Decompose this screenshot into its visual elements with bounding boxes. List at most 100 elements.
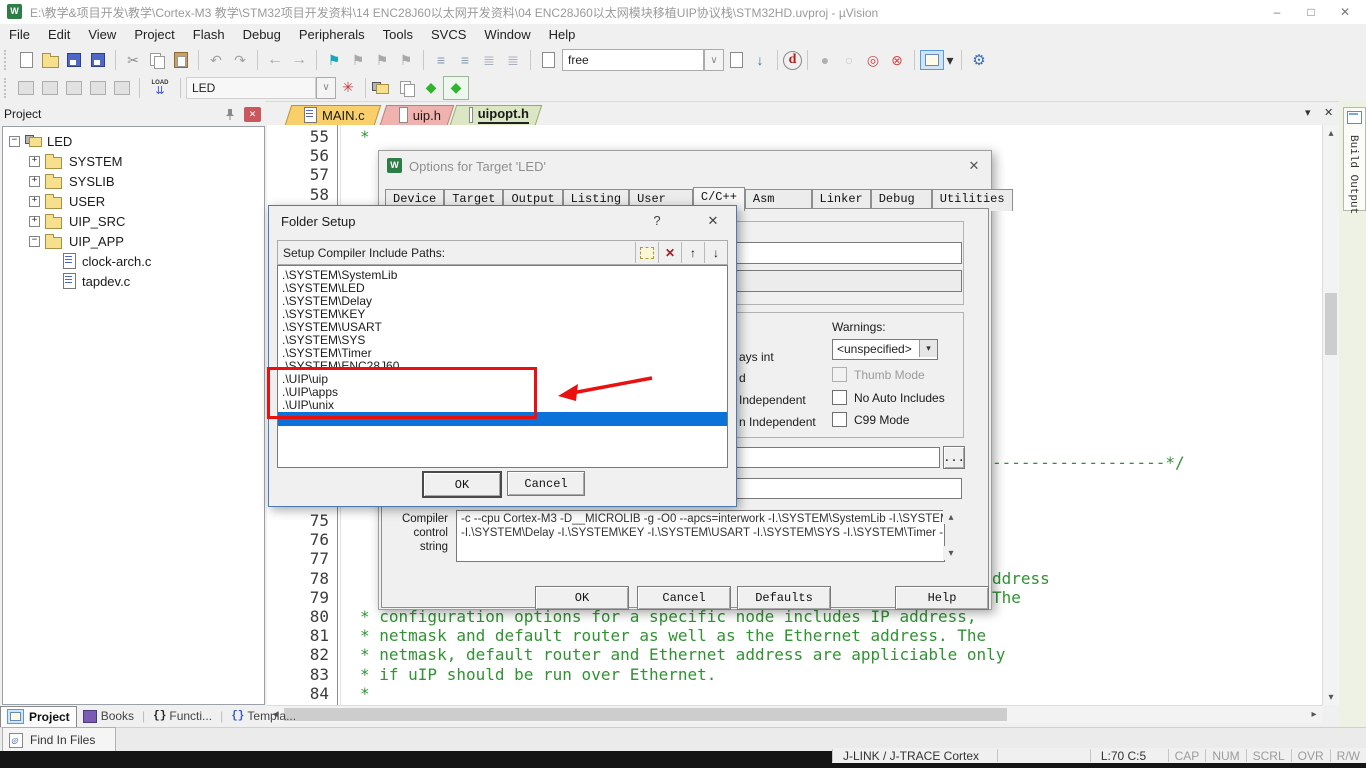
tab-uip-h[interactable]: uip.h xyxy=(383,105,451,125)
menu-tools[interactable]: Tools xyxy=(374,24,422,46)
manage-components-icon[interactable] xyxy=(371,77,395,99)
stop-build-icon[interactable] xyxy=(110,77,134,99)
folder-cancel-button[interactable]: Cancel xyxy=(507,471,585,496)
tree-item-uip-app[interactable]: − UIP_APP xyxy=(29,231,124,251)
project-targets-icon[interactable]: ◆ xyxy=(443,76,469,100)
vscroll-thumb[interactable] xyxy=(1325,293,1337,355)
collapse-box-icon[interactable]: − xyxy=(9,136,20,147)
file-extensions-icon[interactable]: ◆ xyxy=(419,77,443,99)
tree-item-system[interactable]: + SYSTEM xyxy=(29,151,122,171)
target-select-combo[interactable]: LED xyxy=(186,77,316,99)
delete-path-icon[interactable]: ✕ xyxy=(658,242,681,263)
tree-item-uip-src[interactable]: + UIP_SRC xyxy=(29,211,125,231)
menu-window[interactable]: Window xyxy=(475,24,539,46)
copy-icon[interactable] xyxy=(145,49,169,71)
menu-svcs[interactable]: SVCS xyxy=(422,24,475,46)
edit-find-icon[interactable] xyxy=(536,49,560,71)
navigate-forward-icon[interactable]: → xyxy=(287,49,311,71)
bookmark-toggle-icon[interactable]: ⚑ xyxy=(322,49,346,71)
new-path-icon[interactable] xyxy=(635,242,658,263)
breakpoint-toggle-icon[interactable]: ● xyxy=(813,49,837,71)
bookmark-prev-icon[interactable]: ⚑ xyxy=(346,49,370,71)
hscroll-thumb[interactable] xyxy=(284,708,1007,721)
toolbar-grip2[interactable] xyxy=(4,78,10,98)
options-defaults-button[interactable]: Defaults xyxy=(737,586,831,610)
paste-icon[interactable] xyxy=(169,49,193,71)
find-symbol-icon[interactable]: d xyxy=(783,51,802,70)
editor-hscrollbar[interactable]: ◂ ▸ xyxy=(267,705,1322,723)
menu-flash[interactable]: Flash xyxy=(184,24,234,46)
menu-view[interactable]: View xyxy=(79,24,125,46)
tab-books[interactable]: Books xyxy=(77,706,140,726)
breakpoint-disable-icon[interactable]: ○ xyxy=(837,49,861,71)
c99-mode-checkbox[interactable]: C99 Mode xyxy=(832,412,909,427)
expand-box-icon[interactable]: + xyxy=(29,156,40,167)
include-paths-browse-button[interactable]: ... xyxy=(943,446,965,469)
folder-dialog-help-icon[interactable]: ? xyxy=(642,213,672,228)
menu-debug[interactable]: Debug xyxy=(234,24,290,46)
collapse-box-icon[interactable]: − xyxy=(29,236,40,247)
expand-box-icon[interactable]: + xyxy=(29,196,40,207)
tree-item-syslib[interactable]: + SYSLIB xyxy=(29,171,115,191)
no-auto-includes-checkbox[interactable]: No Auto Includes xyxy=(832,390,945,405)
tab-functions[interactable]: {}Functi... xyxy=(147,706,218,726)
pin-icon[interactable] xyxy=(224,108,236,121)
configure-wrench-icon[interactable]: ⚙ xyxy=(967,49,991,71)
build-icon[interactable] xyxy=(38,77,62,99)
uncomment-icon[interactable]: ≣ xyxy=(501,49,525,71)
project-panel-close-icon[interactable]: ✕ xyxy=(244,107,261,122)
options-cancel-button[interactable]: Cancel xyxy=(637,586,731,610)
move-up-icon[interactable]: ↑ xyxy=(681,242,704,263)
tab-list-caret-icon[interactable]: ▾ xyxy=(1305,106,1311,119)
scroll-up-icon[interactable]: ▴ xyxy=(1323,125,1339,141)
menu-file[interactable]: File xyxy=(0,24,39,46)
save-all-icon[interactable] xyxy=(86,49,110,71)
search-combo-dropdown[interactable]: ∨ xyxy=(704,49,724,71)
menu-peripherals[interactable]: Peripherals xyxy=(290,24,374,46)
tab-uipopt-h[interactable]: uipopt.h xyxy=(453,105,539,125)
expand-box-icon[interactable]: + xyxy=(29,216,40,227)
breakpoint-kill-all-icon[interactable]: ⊗ xyxy=(885,49,909,71)
tab-templates[interactable]: {}Templa... xyxy=(225,706,302,726)
window-layout-caret-icon[interactable]: ▾ xyxy=(944,49,956,71)
tab-project[interactable]: Project xyxy=(0,706,77,727)
options-help-button[interactable]: Help xyxy=(895,586,989,610)
editor-close-icon[interactable]: ✕ xyxy=(1324,106,1333,119)
tree-item-tapdev[interactable]: tapdev.c xyxy=(63,271,130,291)
window-layout-button[interactable] xyxy=(920,50,944,70)
expand-box-icon[interactable]: + xyxy=(29,176,40,187)
folder-dialog-close-icon[interactable]: ✕ xyxy=(698,213,728,229)
rebuild-icon[interactable] xyxy=(62,77,86,99)
save-icon[interactable] xyxy=(62,49,86,71)
toolbar-grip[interactable] xyxy=(4,50,10,70)
open-file-icon[interactable] xyxy=(38,49,62,71)
tree-item-led[interactable]: − LED xyxy=(9,131,72,151)
maximize-button[interactable]: □ xyxy=(1294,2,1328,22)
bookmark-next-icon[interactable]: ⚑ xyxy=(370,49,394,71)
indent-icon[interactable]: ≡ xyxy=(429,49,453,71)
options-dialog-close-icon[interactable]: ✕ xyxy=(959,158,989,174)
search-combo[interactable]: free xyxy=(562,49,704,71)
download-flash-button[interactable]: LOAD ⇊ xyxy=(145,77,175,99)
menu-help[interactable]: Help xyxy=(540,24,585,46)
bookmark-clear-icon[interactable]: ⚑ xyxy=(394,49,418,71)
folder-ok-button[interactable]: OK xyxy=(422,471,502,498)
thumb-mode-checkbox[interactable]: Thumb Mode xyxy=(832,367,925,382)
cut-icon[interactable]: ✂ xyxy=(121,49,145,71)
redo-icon[interactable]: ↷ xyxy=(228,49,252,71)
scroll-right-icon[interactable]: ▸ xyxy=(1306,706,1322,723)
warnings-caret-icon[interactable]: ▾ xyxy=(919,340,937,357)
target-options-wand-icon[interactable]: ✳ xyxy=(336,77,360,99)
incremental-find-icon[interactable]: ↓ xyxy=(748,49,772,71)
new-file-icon[interactable] xyxy=(14,49,38,71)
close-button[interactable]: ✕ xyxy=(1328,2,1362,22)
editor-vscrollbar[interactable]: ▴ ▾ xyxy=(1322,125,1339,705)
menu-edit[interactable]: Edit xyxy=(39,24,79,46)
navigate-back-icon[interactable]: ← xyxy=(263,49,287,71)
multi-project-icon[interactable] xyxy=(395,77,419,99)
tree-item-clock-arch[interactable]: clock-arch.c xyxy=(63,251,151,271)
scroll-down-icon[interactable]: ▾ xyxy=(1323,689,1339,705)
menu-project[interactable]: Project xyxy=(125,24,183,46)
find-in-files-icon[interactable] xyxy=(724,49,748,71)
undo-icon[interactable]: ↶ xyxy=(204,49,228,71)
